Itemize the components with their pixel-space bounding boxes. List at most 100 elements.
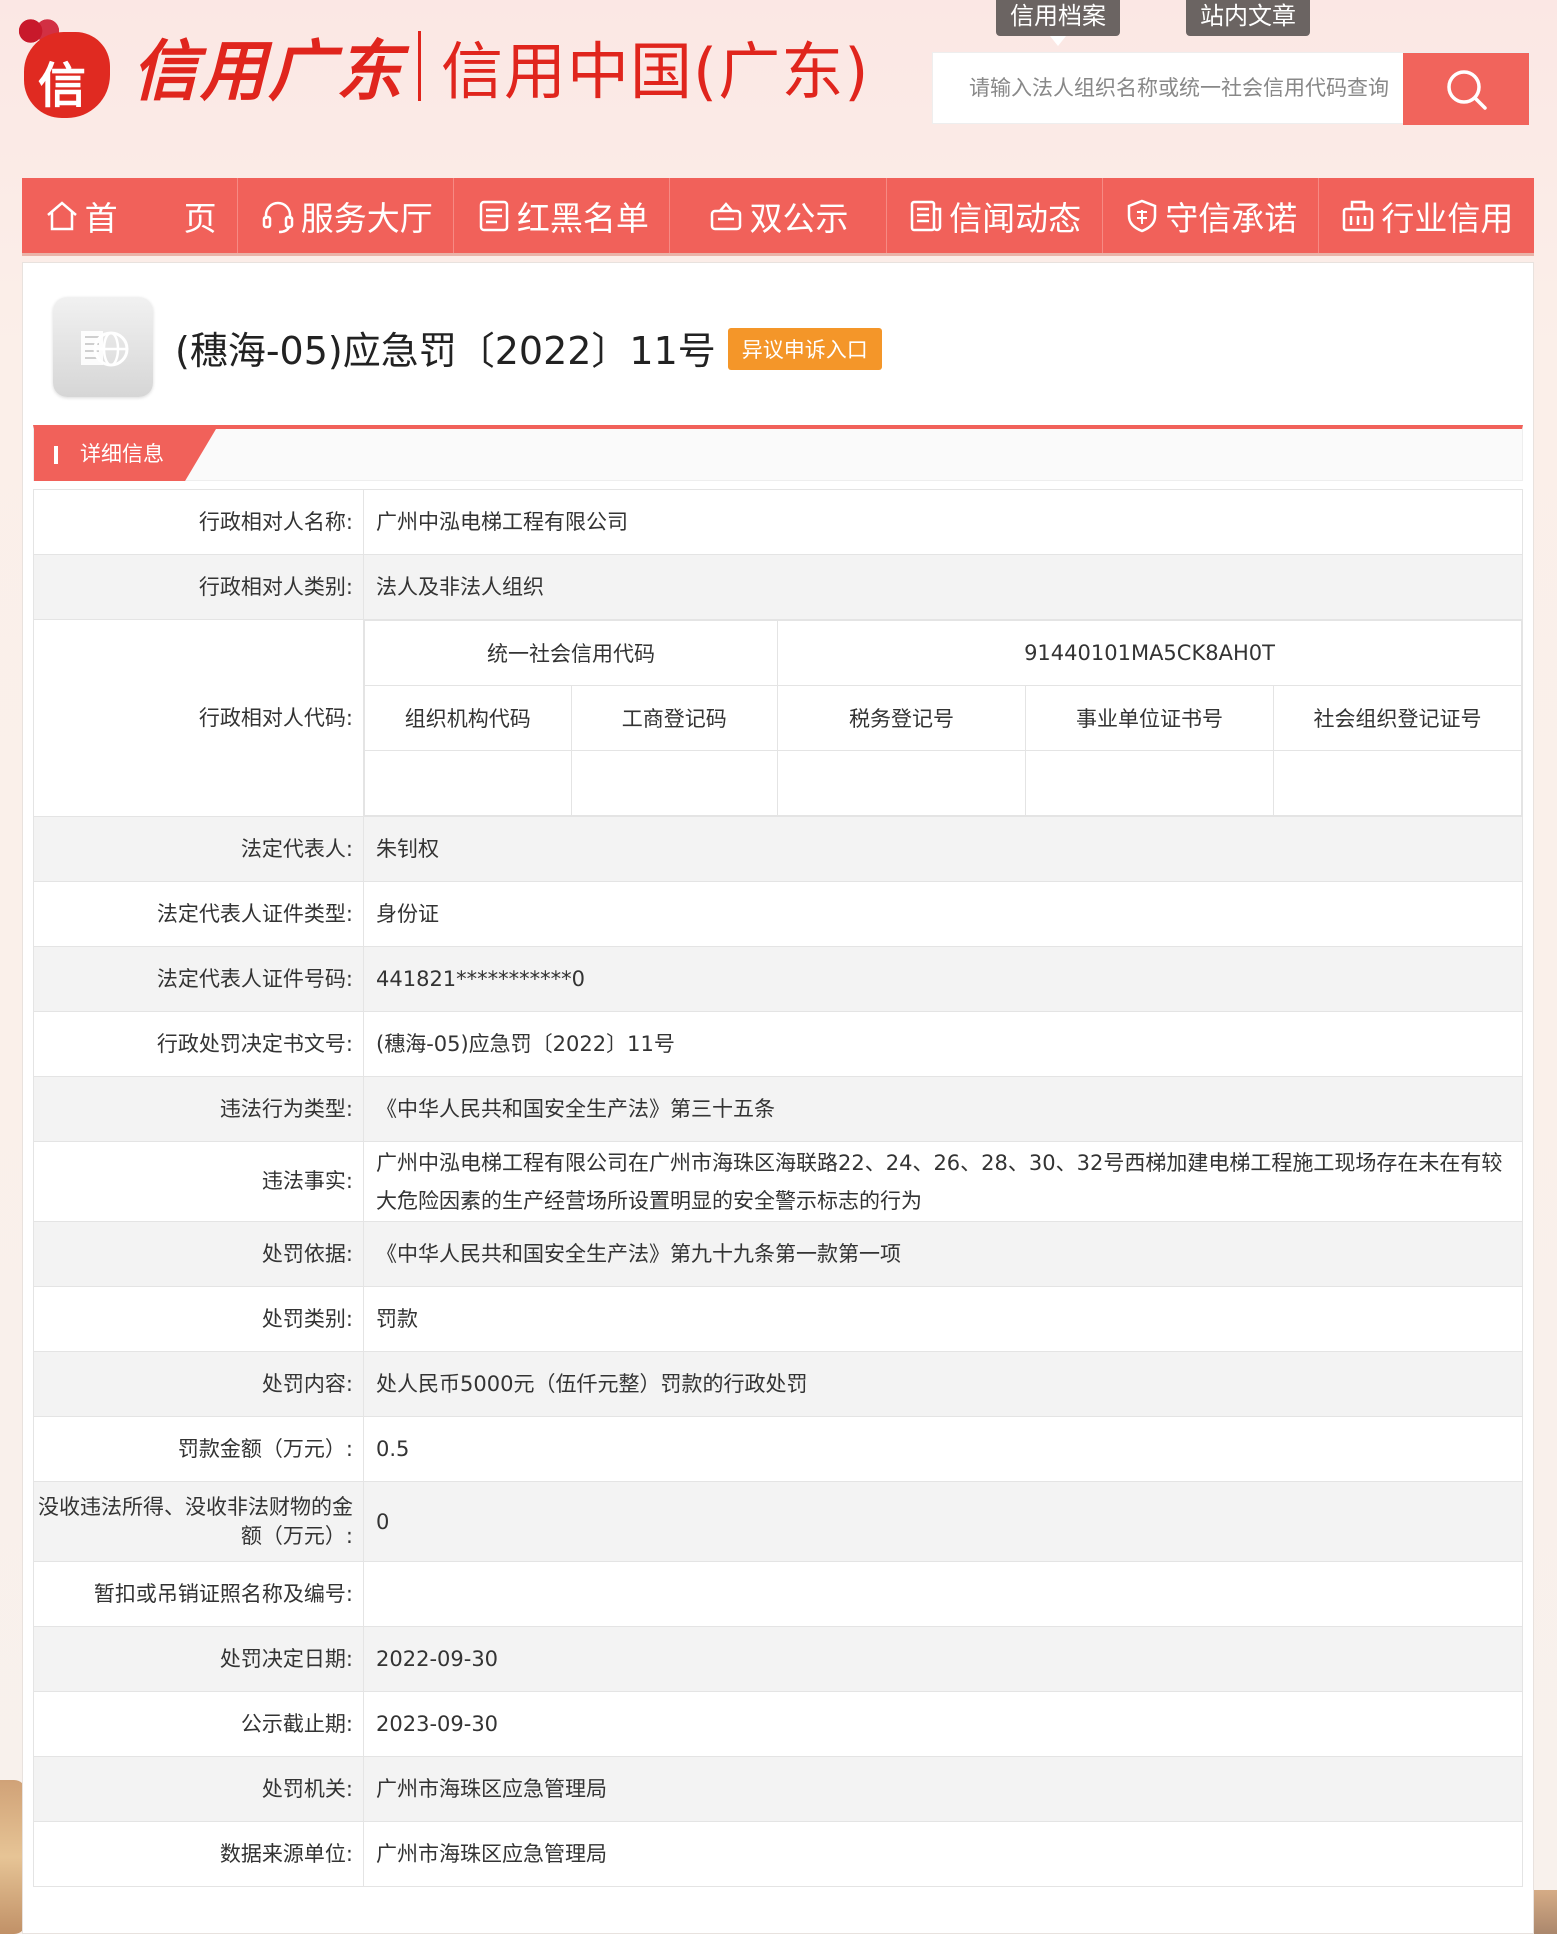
main-nav: 首 页 服务大厅 红黑名单 双公示 信闻动态 守信承诺 行业信用 [22,178,1534,256]
field-label: 没收违法所得、没收非法财物的金额（万元）: [33,1481,364,1562]
field-value: (穗海-05)应急罚〔2022〕11号 [363,1011,1523,1077]
field-label: 行政处罚决定书文号: [33,1011,364,1077]
shield-icon [1128,199,1157,232]
code-subtable: 统一社会信用代码 91440101MA5CK8AH0T 组织机构代码 工商登记码… [364,620,1522,816]
field-label: 处罚机关: [33,1756,364,1822]
field-value: 《中华人民共和国安全生产法》第三十五条 [363,1076,1523,1142]
headset-icon [262,201,293,233]
field-label: 暂扣或吊销证照名称及编号: [33,1561,364,1627]
logo-mark-icon: 信 [18,16,118,118]
section-header: 详细信息 [33,425,1523,481]
list-icon [479,200,509,231]
field-label: 处罚内容: [33,1351,364,1417]
field-value: 441821***********0 [363,946,1523,1012]
table-row: 公示截止期: 2023-09-30 [33,1691,1523,1757]
site-logo[interactable]: 信 信用广东 信用中国(广东) [18,16,870,118]
search-icon [1447,70,1487,110]
table-row: 处罚决定日期: 2022-09-30 [33,1626,1523,1692]
logo-divider [418,31,421,101]
nav-item-credit-pledge[interactable]: 守信承诺 [1103,178,1319,253]
code-header-social-org: 社会组织登记证号 [1273,685,1522,751]
code-value-institution [1025,750,1274,816]
nav-item-label: 守信承诺 [1165,198,1298,238]
nav-item-label: 红黑名单 [516,198,649,238]
field-value: 0 [363,1481,1523,1562]
nav-item-label: 信闻动态 [949,198,1082,238]
section-tab-details[interactable]: 详细信息 [34,429,216,481]
table-row: 没收违法所得、没收非法财物的金额（万元）: 0 [33,1481,1523,1562]
code-subtable-cell: 统一社会信用代码 91440101MA5CK8AH0T 组织机构代码 工商登记码… [363,619,1523,817]
search-box [932,52,1530,125]
field-value: 身份证 [363,881,1523,947]
news-icon [910,200,942,231]
nav-item-label: 行业信用 [1381,198,1514,238]
field-label: 违法行为类型: [33,1076,364,1142]
tab-credit-archive[interactable]: 信用档案 [996,0,1120,46]
background-decoration-right [1533,1890,1557,1934]
uscc-label: 统一社会信用代码 [364,620,778,686]
logo-title-text: 信用中国(广东) [441,35,870,108]
search-input[interactable] [933,53,1403,123]
field-value: 广州市海珠区应急管理局 [363,1756,1523,1822]
field-value: 2023-09-30 [363,1691,1523,1757]
table-row: 处罚类别: 罚款 [33,1286,1523,1352]
table-row: 法定代表人: 朱钊权 [33,816,1523,882]
field-label: 违法事实: [33,1141,364,1222]
code-header-business: 工商登记码 [570,685,778,751]
appeal-button[interactable]: 异议申诉入口 [727,328,882,370]
display-icon [711,201,742,230]
code-value-social-org [1273,750,1522,816]
search-button[interactable] [1403,53,1529,125]
code-value-tax [777,750,1026,816]
nav-item-industry-credit[interactable]: 行业信用 [1319,178,1534,253]
code-header-institution: 事业单位证书号 [1025,685,1274,751]
table-row: 暂扣或吊销证照名称及编号: [33,1561,1523,1627]
site-header: 信 信用广东 信用中国(广东) 信用档案 站内文章 [0,0,1557,175]
table-row: 处罚依据: 《中华人民共和国安全生产法》第九十九条第一款第一项 [33,1221,1523,1287]
field-label: 公示截止期: [33,1691,364,1757]
field-label: 法定代表人证件类型: [33,881,364,947]
field-value: 法人及非法人组织 [363,554,1523,620]
nav-item-news[interactable]: 信闻动态 [887,178,1103,253]
field-label: 处罚类别: [33,1286,364,1352]
tab-site-articles[interactable]: 站内文章 [1186,0,1310,36]
field-value: 《中华人民共和国安全生产法》第九十九条第一款第一项 [363,1221,1523,1287]
field-label: 处罚依据: [33,1221,364,1287]
table-row: 处罚内容: 处人民币5000元（伍仟元整）罚款的行政处罚 [33,1351,1523,1417]
field-label: 处罚决定日期: [33,1626,364,1692]
nav-item-label: 服务大厅 [300,198,433,238]
field-label: 罚款金额（万元）: [33,1416,364,1482]
uscc-value: 91440101MA5CK8AH0T [777,620,1522,686]
home-icon [46,200,77,230]
nav-item-dual-publicity[interactable]: 双公示 [670,178,887,253]
nav-item-label: 首 页 [84,198,217,238]
table-row-codes: 行政相对人代码: 统一社会信用代码 91440101MA5CK8AH0T 组织机… [33,619,1523,817]
detail-table: 行政相对人名称: 广州中泓电梯工程有限公司 行政相对人类别: 法人及非法人组织 … [33,489,1523,1887]
field-value: 0.5 [363,1416,1523,1482]
table-row: 违法事实: 广州中泓电梯工程有限公司在广州市海珠区海联路22、24、26、28、… [33,1141,1523,1222]
table-row: 法定代表人证件类型: 身份证 [33,881,1523,947]
building-icon [1343,200,1374,231]
table-row: 行政相对人类别: 法人及非法人组织 [33,554,1523,620]
record-title-row: (穗海-05)应急罚〔2022〕11号 异议申诉入口 [53,297,882,397]
field-label: 法定代表人: [33,816,364,882]
field-value: 处人民币5000元（伍仟元整）罚款的行政处罚 [363,1351,1523,1417]
nav-item-home[interactable]: 首 页 [22,178,239,253]
field-label: 行政相对人代码: [33,619,364,817]
table-row: 行政相对人名称: 广州中泓电梯工程有限公司 [33,489,1523,555]
code-header-org: 组织机构代码 [364,685,572,751]
record-title: (穗海-05)应急罚〔2022〕11号 [175,328,716,373]
field-value: 2022-09-30 [363,1626,1523,1692]
field-value: 广州市海珠区应急管理局 [363,1821,1523,1887]
code-value-business [570,750,778,816]
nav-item-red-black-list[interactable]: 红黑名单 [454,178,671,253]
field-label: 行政相对人类别: [33,554,364,620]
field-value: 罚款 [363,1286,1523,1352]
nav-item-service-hall[interactable]: 服务大厅 [238,178,455,253]
field-value [363,1561,1523,1627]
table-row: 罚款金额（万元）: 0.5 [33,1416,1523,1482]
table-row: 处罚机关: 广州市海珠区应急管理局 [33,1756,1523,1822]
table-row: 法定代表人证件号码: 441821***********0 [33,946,1523,1012]
field-value: 朱钊权 [363,816,1523,882]
code-header-tax: 税务登记号 [777,685,1026,751]
